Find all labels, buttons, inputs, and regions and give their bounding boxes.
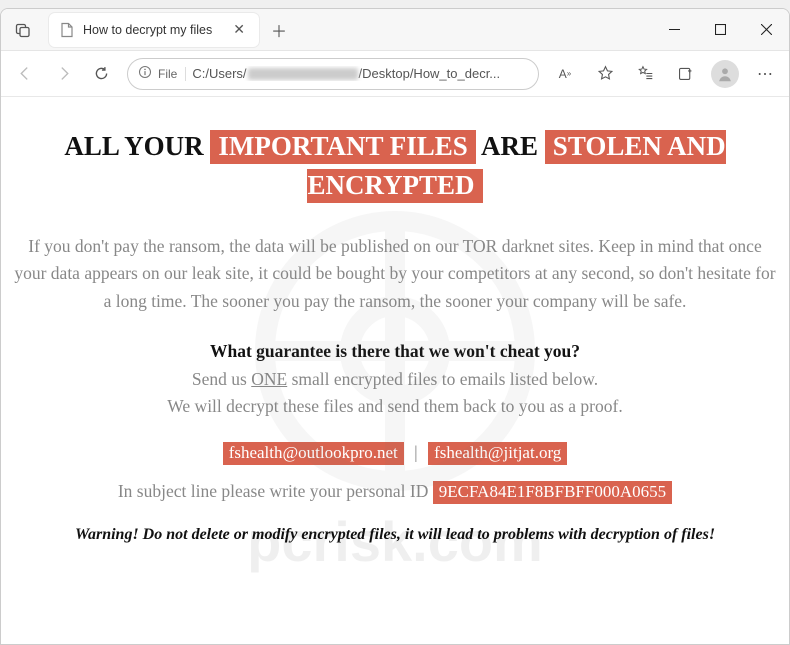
personal-id-line: In subject line please write your person… (9, 481, 781, 502)
close-tab-icon[interactable]: ✕ (229, 21, 249, 38)
profile-button[interactable] (707, 56, 743, 92)
email-1: fshealth@outlookpro.net (223, 442, 404, 465)
tab-title: How to decrypt my files (83, 23, 229, 37)
email-2: fshealth@jitjat.org (428, 442, 567, 465)
highlight-important-files: IMPORTANT FILES (210, 130, 475, 164)
more-menu-icon[interactable]: ⋯ (747, 56, 783, 92)
scheme-label: File (158, 67, 186, 81)
guarantee-heading: What guarantee is there that we won't ch… (9, 341, 781, 362)
redacted-segment (248, 68, 358, 80)
read-aloud-icon[interactable]: A» (547, 56, 583, 92)
window-controls (651, 9, 789, 51)
toolbar: File C:/Users//Desktop/How_to_decr... A»… (1, 51, 789, 97)
forward-button[interactable] (45, 56, 81, 92)
send-instruction: Send us ONE small encrypted files to ema… (9, 366, 781, 393)
titlebar: How to decrypt my files ✕ ＋ (1, 9, 789, 51)
collections-icon[interactable] (667, 56, 703, 92)
avatar (711, 60, 739, 88)
headline: ALL YOUR IMPORTANT FILES ARE STOLEN AND … (9, 127, 781, 205)
minimize-button[interactable] (651, 9, 697, 51)
refresh-button[interactable] (83, 56, 119, 92)
file-icon (59, 22, 75, 38)
url-text: C:/Users//Desktop/How_to_decr... (192, 66, 528, 81)
favorites-list-icon[interactable] (627, 56, 663, 92)
new-tab-button[interactable]: ＋ (263, 18, 295, 42)
back-button[interactable] (7, 56, 43, 92)
close-window-button[interactable] (743, 9, 789, 51)
maximize-button[interactable] (697, 9, 743, 51)
personal-id-badge: 9ECFA84E1F8BFBFF000A0655 (433, 481, 672, 504)
email-separator: | (414, 442, 418, 462)
page-content: pcrisk.com ALL YOUR IMPORTANT FILES ARE … (1, 97, 789, 644)
email-row: fshealth@outlookpro.net | fshealth@jitja… (9, 442, 781, 463)
decrypt-proof-line: We will decrypt these files and send the… (9, 393, 781, 420)
tab-actions-icon[interactable] (1, 9, 45, 51)
address-bar[interactable]: File C:/Users//Desktop/How_to_decr... (127, 58, 539, 90)
info-icon[interactable] (138, 65, 152, 82)
favorite-icon[interactable] (587, 56, 623, 92)
warning-line: Warning! Do not delete or modify encrypt… (9, 526, 781, 544)
browser-window: How to decrypt my files ✕ ＋ File C:/Us (0, 8, 790, 645)
browser-tab[interactable]: How to decrypt my files ✕ (49, 13, 259, 47)
ransom-paragraph: If you don't pay the ransom, the data wi… (9, 233, 781, 314)
